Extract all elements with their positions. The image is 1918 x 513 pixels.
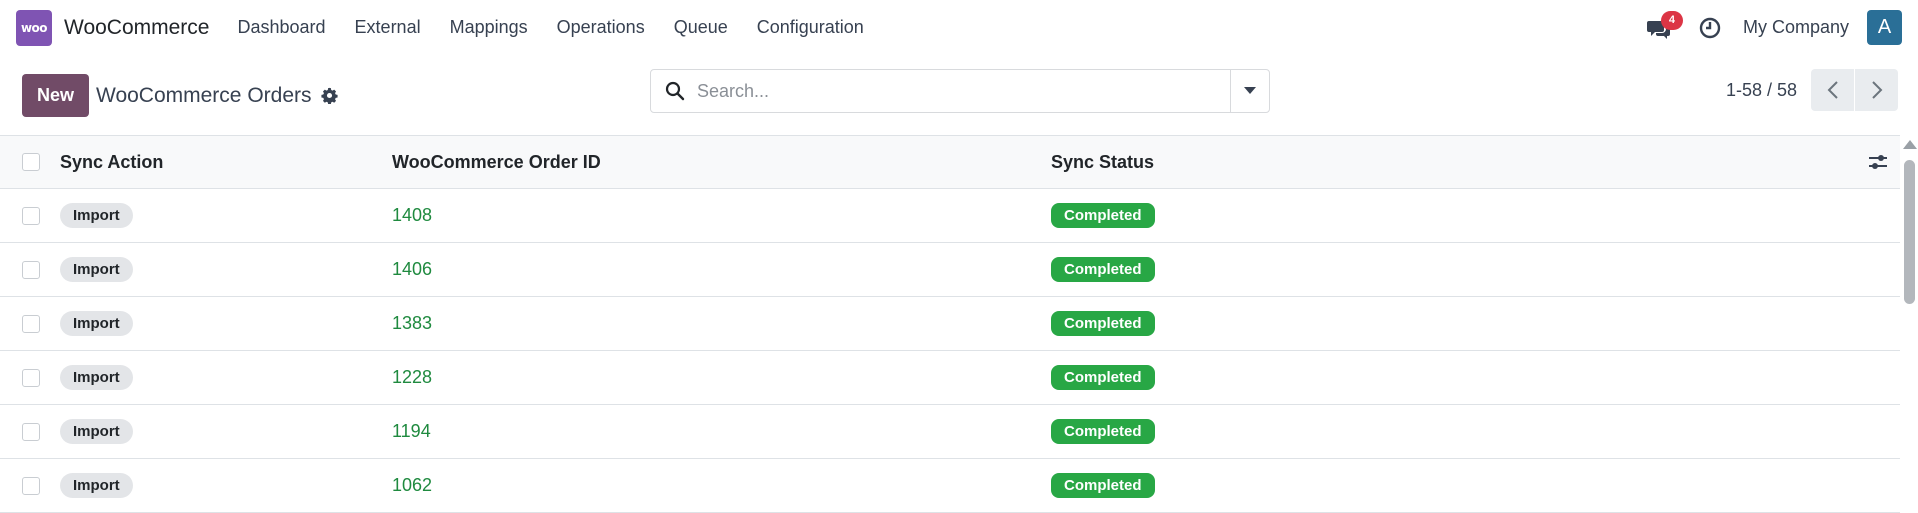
search-input[interactable]	[697, 80, 1230, 102]
order-id-cell[interactable]: 1383	[392, 313, 432, 334]
order-id-cell[interactable]: 1406	[392, 259, 432, 280]
order-id-cell[interactable]: 1062	[392, 475, 432, 496]
search-icon	[665, 81, 685, 101]
table-row[interactable]: Import 1406 Completed	[0, 243, 1900, 297]
sync-status-badge: Completed	[1051, 203, 1155, 228]
sync-action-badge: Import	[60, 311, 133, 336]
woocommerce-logo[interactable]: woo	[16, 9, 52, 46]
row-checkbox[interactable]	[22, 314, 40, 333]
table-row[interactable]: Import 1383 Completed	[0, 297, 1900, 351]
actions-gear-button[interactable]	[320, 87, 338, 104]
search-options-toggle[interactable]	[1230, 70, 1269, 112]
table-row[interactable]: Import 1194 Completed	[0, 405, 1900, 459]
list-header: Sync Action WooCommerce Order ID Sync St…	[0, 135, 1900, 189]
optional-columns-button[interactable]	[1868, 153, 1888, 171]
sync-action-badge: Import	[60, 257, 133, 282]
sync-status-badge: Completed	[1051, 311, 1155, 336]
table-row[interactable]: Import 1408 Completed	[0, 189, 1900, 243]
messages-button[interactable]: 4	[1646, 10, 1683, 41]
sync-action-badge: Import	[60, 203, 133, 228]
row-checkbox[interactable]	[22, 368, 40, 387]
chevron-right-icon	[1871, 81, 1882, 99]
pager-next-button[interactable]	[1855, 69, 1898, 111]
sync-status-badge: Completed	[1051, 419, 1155, 444]
orders-list: Sync Action WooCommerce Order ID Sync St…	[0, 135, 1900, 513]
pager-previous-button[interactable]	[1811, 69, 1854, 111]
pager-value[interactable]: 1-58 / 58	[1726, 80, 1797, 101]
menu-configuration[interactable]: Configuration	[757, 17, 864, 38]
order-id-cell[interactable]: 1194	[392, 421, 431, 442]
order-id-cell[interactable]: 1228	[392, 367, 432, 388]
select-all-checkbox[interactable]	[22, 153, 40, 171]
control-panel: New WooCommerce Orders 1-58 / 58	[0, 56, 1918, 135]
top-navbar: woo WooCommerce Dashboard External Mappi…	[0, 0, 1918, 56]
vertical-scrollbar[interactable]	[1900, 140, 1918, 507]
search-bar	[650, 69, 1270, 113]
sync-status-badge: Completed	[1051, 473, 1155, 498]
row-checkbox[interactable]	[22, 422, 40, 441]
menu-queue[interactable]: Queue	[674, 17, 728, 38]
row-checkbox[interactable]	[22, 206, 40, 225]
menu-operations[interactable]: Operations	[557, 17, 645, 38]
order-id-cell[interactable]: 1408	[392, 205, 432, 226]
sync-status-badge: Completed	[1051, 365, 1155, 390]
row-checkbox[interactable]	[22, 476, 40, 495]
activity-button[interactable]	[1699, 17, 1721, 39]
sliders-icon	[1869, 155, 1887, 169]
clock-icon	[1699, 17, 1721, 38]
scrollbar-thumb[interactable]	[1904, 160, 1915, 304]
page-title: WooCommerce Orders	[96, 83, 312, 107]
app-name[interactable]: WooCommerce	[64, 16, 209, 40]
messages-count-badge: 4	[1660, 10, 1683, 30]
new-button[interactable]: New	[22, 74, 89, 117]
sync-action-badge: Import	[60, 419, 133, 444]
scroll-up-arrow-icon[interactable]	[1903, 140, 1917, 149]
caret-down-icon	[1244, 87, 1256, 94]
row-checkbox[interactable]	[22, 260, 40, 279]
menu-mappings[interactable]: Mappings	[450, 17, 528, 38]
user-avatar[interactable]: A	[1867, 10, 1902, 45]
table-row[interactable]: Import 1062 Completed	[0, 459, 1900, 513]
column-header-sync-status[interactable]: Sync Status	[1051, 152, 1154, 173]
sync-action-badge: Import	[60, 365, 133, 390]
company-switcher[interactable]: My Company	[1743, 17, 1849, 38]
menu-dashboard[interactable]: Dashboard	[237, 17, 325, 38]
gear-icon	[320, 87, 338, 104]
table-row[interactable]: Import 1228 Completed	[0, 351, 1900, 405]
pager: 1-58 / 58	[1726, 69, 1898, 111]
sync-action-badge: Import	[60, 473, 133, 498]
menu-external[interactable]: External	[355, 17, 421, 38]
sync-status-badge: Completed	[1051, 257, 1155, 282]
column-header-order-id[interactable]: WooCommerce Order ID	[392, 152, 601, 173]
column-header-sync-action[interactable]: Sync Action	[60, 152, 163, 173]
chevron-left-icon	[1827, 81, 1838, 99]
